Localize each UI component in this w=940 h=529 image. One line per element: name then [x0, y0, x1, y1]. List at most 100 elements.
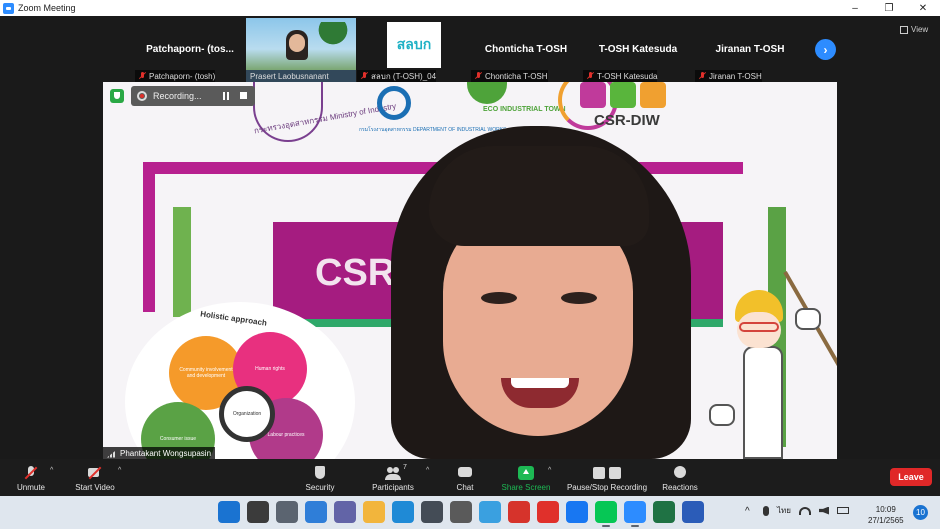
- word-icon[interactable]: [682, 501, 704, 523]
- windows-start-icon[interactable]: [218, 501, 240, 523]
- cartoon-worker: [709, 271, 837, 459]
- chat-icon: [457, 466, 473, 480]
- widgets-icon[interactable]: [305, 501, 327, 523]
- mic-tray-icon[interactable]: [763, 505, 769, 516]
- participant-tile-video[interactable]: Prasert Laobusnanant: [246, 18, 356, 82]
- mic-off-icon: [139, 72, 146, 80]
- stop-recording-icon[interactable]: [240, 92, 247, 99]
- mic-muted-icon: [23, 466, 39, 480]
- share-screen-icon: [518, 466, 534, 480]
- share-screen-button[interactable]: Share Screen: [500, 459, 552, 496]
- tray-overflow-icon[interactable]: [745, 506, 755, 516]
- logo-tree-box: [610, 82, 636, 108]
- organization-center: Organization: [219, 386, 275, 442]
- participant-tile-logo[interactable]: สลบก สลบก (T-OSH)_04: [357, 18, 467, 82]
- app-blue-icon[interactable]: [479, 501, 501, 523]
- task-view-icon[interactable]: [276, 501, 298, 523]
- meeting-toolbar: Unmute ^ Start Video ^ Security Particip…: [0, 459, 940, 496]
- participants-button[interactable]: Participants: [368, 459, 418, 496]
- security-button[interactable]: Security: [300, 459, 340, 496]
- view-button[interactable]: View: [900, 25, 928, 34]
- participant-name: Chonticha T-OSH: [484, 44, 568, 55]
- slide-frame-left: [143, 162, 155, 312]
- speaker-eye-right: [561, 292, 597, 304]
- audio-options-caret[interactable]: ^: [50, 467, 53, 474]
- title-bar: Zoom Meeting – ❐ ✕: [0, 0, 940, 16]
- participant-tile[interactable]: Patchaporn- (tos... Patchaporn- (tosh): [135, 18, 245, 82]
- search-icon[interactable]: [247, 501, 269, 523]
- pause-recording-icon[interactable]: [223, 92, 229, 100]
- participant-footer: Prasert Laobusnanant: [246, 70, 356, 82]
- logo-people-box: [580, 82, 606, 108]
- battery-icon[interactable]: [836, 507, 849, 514]
- maximize-button[interactable]: ❐: [872, 0, 906, 16]
- teams-chat-icon[interactable]: [334, 501, 356, 523]
- slide-green-bar-left: [173, 207, 191, 317]
- palm-tree: [318, 22, 348, 62]
- share-options-caret[interactable]: ^: [548, 467, 551, 474]
- participant-name: T-OSH Katesuda: [598, 44, 678, 55]
- minimize-button[interactable]: –: [838, 0, 872, 16]
- participant-footer: Jiranan T-OSH: [695, 70, 762, 82]
- facebook-icon[interactable]: [566, 501, 588, 523]
- clock-time: 10:09: [875, 505, 896, 514]
- speaker-eye-left: [481, 292, 517, 304]
- logo-factory-box: [640, 82, 666, 108]
- participant-tile[interactable]: T-OSH Katesuda T-OSH Katesuda: [583, 18, 693, 82]
- mic-off-icon: [699, 72, 706, 80]
- participants-icon: [385, 466, 401, 480]
- cartoon-glove-left: [709, 404, 735, 426]
- speaker-video: [371, 116, 721, 459]
- participant-tile[interactable]: Jiranan T-OSH Jiranan T-OSH: [695, 18, 805, 82]
- reactions-button[interactable]: Reactions: [660, 459, 700, 496]
- close-button[interactable]: ✕: [906, 0, 940, 16]
- chrome-dev-icon[interactable]: [450, 501, 472, 523]
- video-off-icon: [87, 466, 103, 480]
- mic-off-icon: [587, 72, 594, 80]
- participant-face: [289, 34, 305, 52]
- main-video: กระทรวงอุตสาหกรรม Ministry of Industry ก…: [103, 82, 837, 459]
- store-icon[interactable]: [421, 501, 443, 523]
- system-tray: ไทย: [745, 504, 849, 517]
- encryption-shield-icon[interactable]: [110, 89, 124, 103]
- mic-off-icon: [361, 72, 368, 80]
- app-red-icon[interactable]: [508, 501, 530, 523]
- chevron-right-icon[interactable]: ›: [815, 39, 836, 60]
- participant-tile[interactable]: Chonticha T-OSH Chonticha T-OSH: [471, 18, 581, 82]
- chat-button[interactable]: Chat: [448, 459, 482, 496]
- reactions-icon: [672, 466, 688, 480]
- speaker-fringe: [429, 146, 649, 246]
- participant-footer: T-OSH Katesuda: [583, 70, 658, 82]
- video-options-caret[interactable]: ^: [118, 467, 121, 474]
- unmute-button[interactable]: Unmute: [10, 459, 52, 496]
- mic-off-icon: [475, 72, 482, 80]
- wifi-icon[interactable]: [798, 506, 811, 515]
- taskbar-clock[interactable]: 10:09 27/1/2565: [868, 504, 904, 526]
- windows-taskbar: ไทย: [0, 496, 940, 529]
- participant-name: Patchaporn- (tos...: [146, 44, 234, 55]
- file-explorer-icon[interactable]: [363, 501, 385, 523]
- notification-badge[interactable]: 10: [913, 505, 928, 520]
- gear-icon: [377, 86, 411, 120]
- excel-icon[interactable]: [653, 501, 675, 523]
- pause-stop-recording-button[interactable]: Pause/Stop Recording: [565, 459, 649, 496]
- participant-footer: สลบก (T-OSH)_04: [357, 70, 437, 82]
- cartoon-glasses: [739, 322, 779, 332]
- leave-button[interactable]: Leave: [890, 468, 932, 486]
- opera-icon[interactable]: [537, 501, 559, 523]
- zoom-icon[interactable]: [624, 501, 646, 527]
- cartoon-glove: [795, 308, 821, 330]
- grid-icon: [900, 25, 908, 34]
- edge-icon[interactable]: [392, 501, 414, 523]
- window-controls: – ❐ ✕: [838, 0, 940, 16]
- volume-icon[interactable]: [818, 506, 829, 515]
- leaf-icon: [467, 82, 507, 104]
- taskbar-apps: [218, 501, 704, 527]
- language-indicator[interactable]: ไทย: [777, 504, 791, 517]
- participants-options-caret[interactable]: ^: [426, 467, 429, 474]
- line-icon[interactable]: [595, 501, 617, 527]
- start-video-button[interactable]: Start Video: [72, 459, 118, 496]
- shield-icon: [312, 466, 328, 480]
- participant-footer: Chonticha T-OSH: [471, 70, 548, 82]
- participant-footer: Patchaporn- (tosh): [135, 70, 216, 82]
